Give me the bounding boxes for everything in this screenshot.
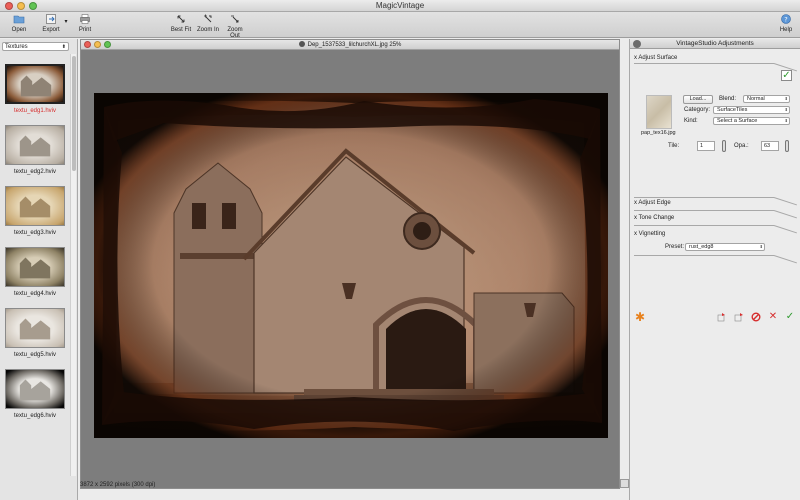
document-icon [298, 41, 305, 47]
adjustments-panel: VintageStudio Adjustments x Adjust Surfa… [629, 39, 800, 500]
texture-thumbnail [5, 308, 65, 348]
vignetting-header[interactable]: x Vignetting [634, 231, 665, 237]
kind-select[interactable]: Select a Surface ⬍ [713, 117, 790, 125]
svg-text:?: ? [784, 15, 787, 23]
minimize-window-button[interactable] [17, 2, 25, 10]
close-document-button[interactable] [84, 41, 91, 48]
texture-item[interactable]: textu_edg4.hviv [4, 247, 66, 297]
help-button[interactable]: ? Help [778, 13, 794, 33]
apply-checkmark-icon[interactable]: ✓ [785, 312, 795, 322]
opacity-field[interactable]: 63 [761, 141, 779, 151]
document-window: Dep_1537533_lilchurchXL.jpg 25% [80, 39, 620, 489]
tile-label: Tile: [668, 143, 680, 149]
texture-thumbnail [5, 64, 65, 104]
open-button[interactable]: Open [10, 13, 28, 33]
gear-icon[interactable] [633, 40, 641, 48]
tone-change-header[interactable]: x Tone Change [634, 215, 674, 221]
zoom-out-button[interactable]: Zoom Out [222, 13, 248, 39]
toolbar: Open Export ▾ Print Best Fit Zoom In Zoo… [0, 12, 800, 39]
texture-thumbnail [5, 125, 65, 165]
reset-icon[interactable] [751, 312, 761, 322]
title-bar: MagicVintage [0, 0, 800, 12]
opacity-label: Opa.: [734, 143, 749, 149]
blend-label: Blend: [719, 96, 737, 102]
adjustments-title-bar: VintageStudio Adjustments [630, 39, 800, 49]
divider [634, 210, 774, 211]
divider [634, 255, 774, 256]
paste-settings-icon[interactable] [734, 312, 744, 322]
close-window-button[interactable] [5, 2, 13, 10]
document-status: 3872 x 2592 pixels (300 dpi) [80, 482, 156, 488]
select-arrows-icon: ⬍ [61, 44, 66, 50]
texture-item[interactable]: textu_edg2.hviv [4, 125, 66, 175]
help-icon: ? [780, 13, 792, 25]
adjust-surface-header[interactable]: x Adjust Surface [634, 55, 677, 61]
texture-thumbnail [5, 247, 65, 287]
document-title-bar: Dep_1537533_lilchurchXL.jpg 25% [81, 40, 619, 50]
open-folder-icon [13, 13, 25, 25]
window-controls [5, 2, 37, 10]
randomize-asterisk-icon[interactable]: ✱ [635, 311, 645, 323]
textures-select[interactable]: Textures ⬍ [2, 42, 69, 51]
best-fit-icon [175, 13, 187, 25]
select-arrows-icon: ⬍ [784, 107, 788, 112]
select-arrows-icon: ⬍ [784, 96, 788, 101]
opacity-stepper[interactable] [785, 140, 789, 152]
textures-panel: Textures ⬍ textu_edg1.hviv textu_edg2.hv… [0, 39, 78, 500]
divider [634, 63, 774, 64]
category-label: Category: [684, 107, 711, 113]
app-window: MagicVintage Open Export ▾ Print Best Fi… [0, 0, 800, 500]
document-title: Dep_1537533_lilchurchXL.jpg 25% [307, 42, 402, 48]
kind-label: Kind: [684, 118, 698, 124]
print-button[interactable]: Print [77, 13, 93, 33]
surface-swatch-label: pap_tex16.jpg [641, 130, 676, 136]
divider [773, 197, 797, 206]
export-icon [45, 13, 57, 25]
texture-list-scrollbar[interactable] [70, 54, 76, 476]
tile-stepper[interactable] [722, 140, 726, 152]
zoom-in-button[interactable]: Zoom In [197, 13, 219, 33]
zoom-in-icon [202, 13, 214, 25]
vintage-photo-canvas[interactable] [94, 93, 608, 438]
divider [773, 210, 797, 219]
texture-item[interactable]: textu_edg5.hviv [4, 308, 66, 358]
texture-thumbnail [5, 369, 65, 409]
best-fit-button[interactable]: Best Fit [170, 13, 192, 33]
blend-select[interactable]: Normal ⬍ [743, 95, 790, 103]
preset-label: Preset: [665, 244, 685, 250]
category-select[interactable]: SurfaceTiles ⬍ [713, 106, 790, 114]
app-title: MagicVintage [375, 1, 425, 10]
adjust-edge-header[interactable]: x Adjust Edge [634, 200, 671, 206]
export-button[interactable]: Export [41, 13, 61, 33]
cancel-icon[interactable]: ✕ [768, 312, 778, 322]
texture-item[interactable]: textu_edg6.hviv [4, 369, 66, 419]
divider [634, 225, 774, 226]
texture-item[interactable]: textu_edg1.hviv [4, 64, 66, 114]
minimize-document-button[interactable] [94, 41, 101, 48]
select-arrows-icon: ⬍ [784, 118, 788, 123]
divider [773, 255, 797, 264]
load-button[interactable]: Load... [683, 95, 713, 104]
texture-item[interactable]: textu_edg3.hviv [4, 186, 66, 236]
document-window-controls [84, 41, 111, 48]
zoom-out-icon [229, 13, 241, 25]
resize-grip-icon[interactable] [620, 479, 629, 488]
tile-field[interactable]: 1 [697, 141, 715, 151]
preset-select[interactable]: rust_edg8 ⬍ [685, 243, 765, 251]
surface-swatch[interactable] [646, 95, 672, 129]
export-dropdown-icon[interactable]: ▾ [63, 18, 69, 25]
checkmark-icon: ✓ [782, 70, 791, 81]
divider [634, 197, 774, 198]
select-arrows-icon: ⬍ [759, 244, 763, 249]
texture-thumbnail [5, 186, 65, 226]
surface-enabled-checkbox[interactable]: ✓ [781, 70, 792, 81]
zoom-window-button[interactable] [29, 2, 37, 10]
zoom-document-button[interactable] [104, 41, 111, 48]
divider [773, 225, 797, 234]
church-photo-image [94, 93, 608, 438]
printer-icon [79, 13, 91, 25]
texture-list: textu_edg1.hviv textu_edg2.hviv textu_ed… [0, 54, 70, 476]
copy-settings-icon[interactable] [717, 312, 727, 322]
scrollbar-knob[interactable] [72, 56, 76, 171]
